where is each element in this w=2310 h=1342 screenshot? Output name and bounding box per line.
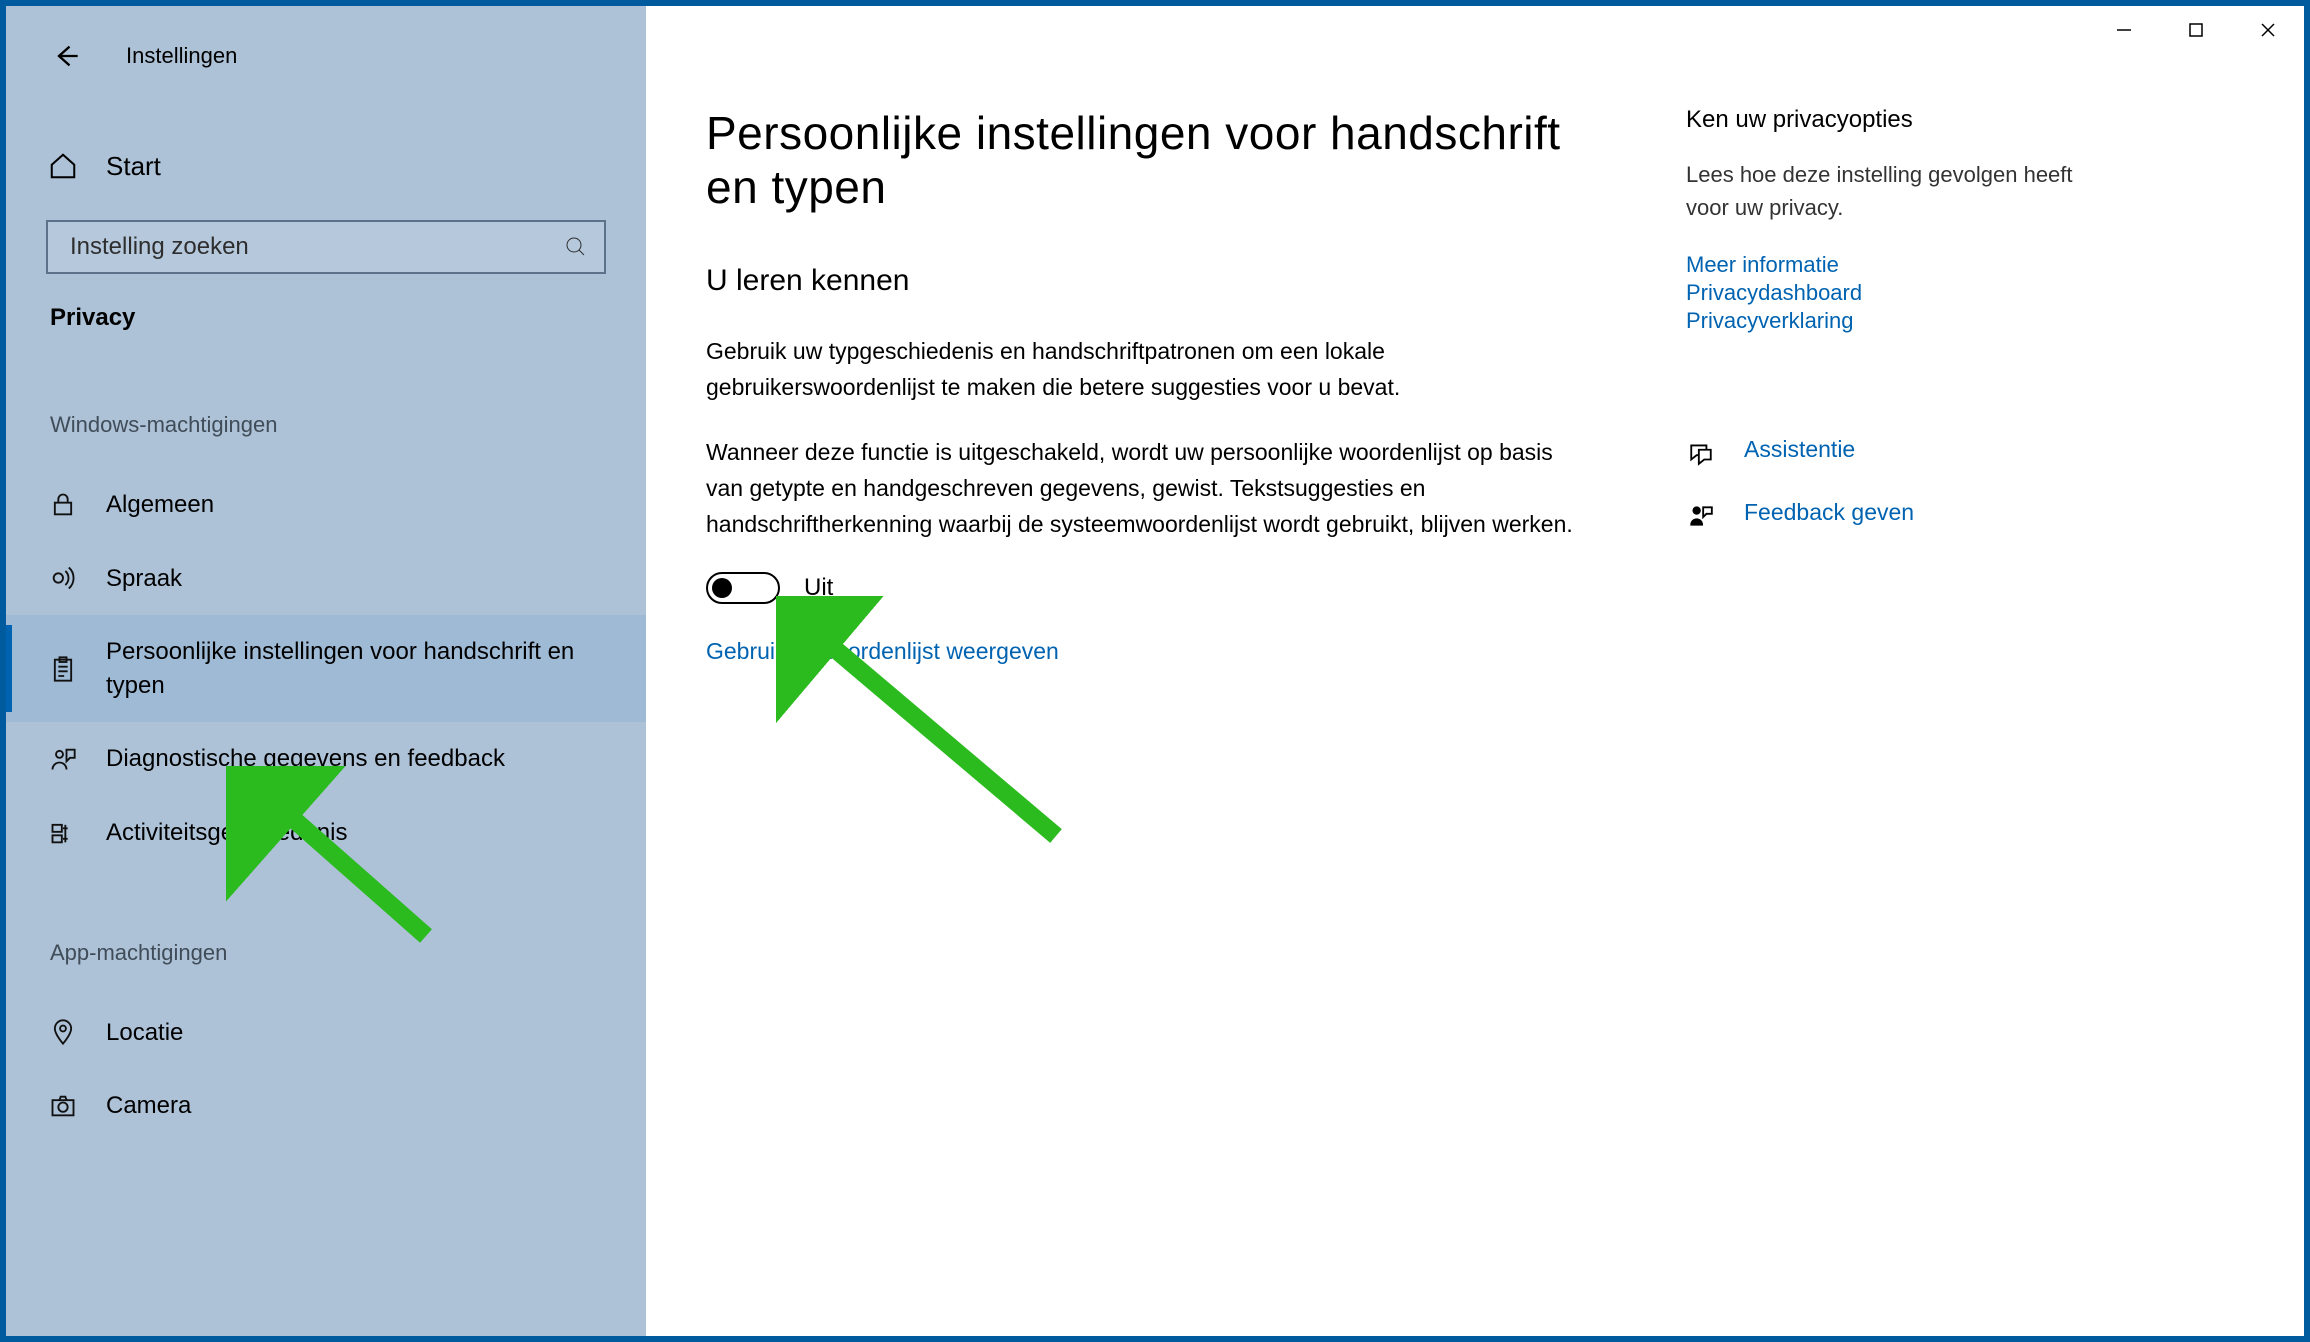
sidebar-item-general[interactable]: Algemeen <box>6 468 646 542</box>
home-icon <box>48 151 78 181</box>
privacy-statement-link[interactable]: Privacyverklaring <box>1686 308 2106 334</box>
home-button[interactable]: Start <box>6 136 646 196</box>
feedback-person-icon <box>48 744 78 774</box>
more-info-link[interactable]: Meer informatie <box>1686 252 2106 278</box>
group-windows-permissions: Windows-machtigingen <box>6 412 646 438</box>
lock-icon <box>48 490 78 520</box>
description-2: Wanneer deze functie is uitgeschakeld, w… <box>706 435 1586 542</box>
sidebar-item-diagnostics[interactable]: Diagnostische gegevens en feedback <box>6 722 646 796</box>
chat-icon <box>1686 438 1716 468</box>
group-app-permissions: App-machtigingen <box>6 940 646 966</box>
feedback-icon <box>1686 501 1716 531</box>
description-1: Gebruik uw typgeschiedenis en handschrif… <box>706 334 1586 405</box>
search-placeholder: Instelling zoeken <box>64 233 564 261</box>
typing-personalization-toggle[interactable] <box>706 572 780 604</box>
timeline-icon <box>48 818 78 848</box>
minimize-button[interactable] <box>2088 6 2160 54</box>
sidebar-item-label: Locatie <box>106 1016 183 1050</box>
privacy-dashboard-link[interactable]: Privacydashboard <box>1686 280 2106 306</box>
search-input[interactable]: Instelling zoeken <box>46 220 606 274</box>
view-dictionary-link[interactable]: Gebruikerswoordenlijst weergeven <box>706 638 1059 665</box>
speech-icon <box>48 563 78 593</box>
sidebar-item-location[interactable]: Locatie <box>6 996 646 1070</box>
toggle-state-label: Uit <box>804 574 833 602</box>
sidebar-item-activity-history[interactable]: Activiteitsgeschiedenis <box>6 796 646 870</box>
sidebar-section: Privacy <box>6 304 646 332</box>
help-link-label: Assistentie <box>1744 436 1855 463</box>
home-label: Start <box>106 151 161 182</box>
clipboard-icon <box>48 654 78 684</box>
sidebar-item-inking-typing[interactable]: Persoonlijke instellingen voor handschri… <box>6 615 646 722</box>
sidebar-item-label: Algemeen <box>106 488 214 522</box>
search-icon <box>564 235 588 259</box>
close-button[interactable] <box>2232 6 2304 54</box>
sidebar-item-label: Camera <box>106 1089 191 1123</box>
sidebar-item-camera[interactable]: Camera <box>6 1069 646 1143</box>
sidebar-item-label: Diagnostische gegevens en feedback <box>106 742 505 776</box>
sidebar-item-label: Persoonlijke instellingen voor handschri… <box>106 635 626 702</box>
location-icon <box>48 1017 78 1047</box>
privacy-options-text: Lees hoe deze instelling gevolgen heeft … <box>1686 158 2106 224</box>
sidebar-item-label: Spraak <box>106 562 182 596</box>
app-title: Instellingen <box>126 43 237 69</box>
camera-icon <box>48 1091 78 1121</box>
help-feedback[interactable]: Feedback geven <box>1686 499 2106 532</box>
back-button[interactable] <box>46 36 86 76</box>
arrow-left-icon <box>52 42 80 70</box>
toggle-knob <box>712 578 732 598</box>
sidebar-item-speech[interactable]: Spraak <box>6 542 646 616</box>
help-link-label: Feedback geven <box>1744 499 1914 526</box>
window-controls <box>2088 6 2304 54</box>
page-title: Persoonlijke instellingen voor handschri… <box>706 106 1626 214</box>
main-panel: Persoonlijke instellingen voor handschri… <box>646 6 2304 1336</box>
section-heading: U leren kennen <box>706 264 1626 298</box>
maximize-button[interactable] <box>2160 6 2232 54</box>
help-assistance[interactable]: Assistentie <box>1686 436 2106 469</box>
privacy-options-heading: Ken uw privacyopties <box>1686 106 2106 134</box>
sidebar: Instellingen Start Instelling zoeken Pri… <box>6 6 646 1336</box>
sidebar-item-label: Activiteitsgeschiedenis <box>106 816 347 850</box>
